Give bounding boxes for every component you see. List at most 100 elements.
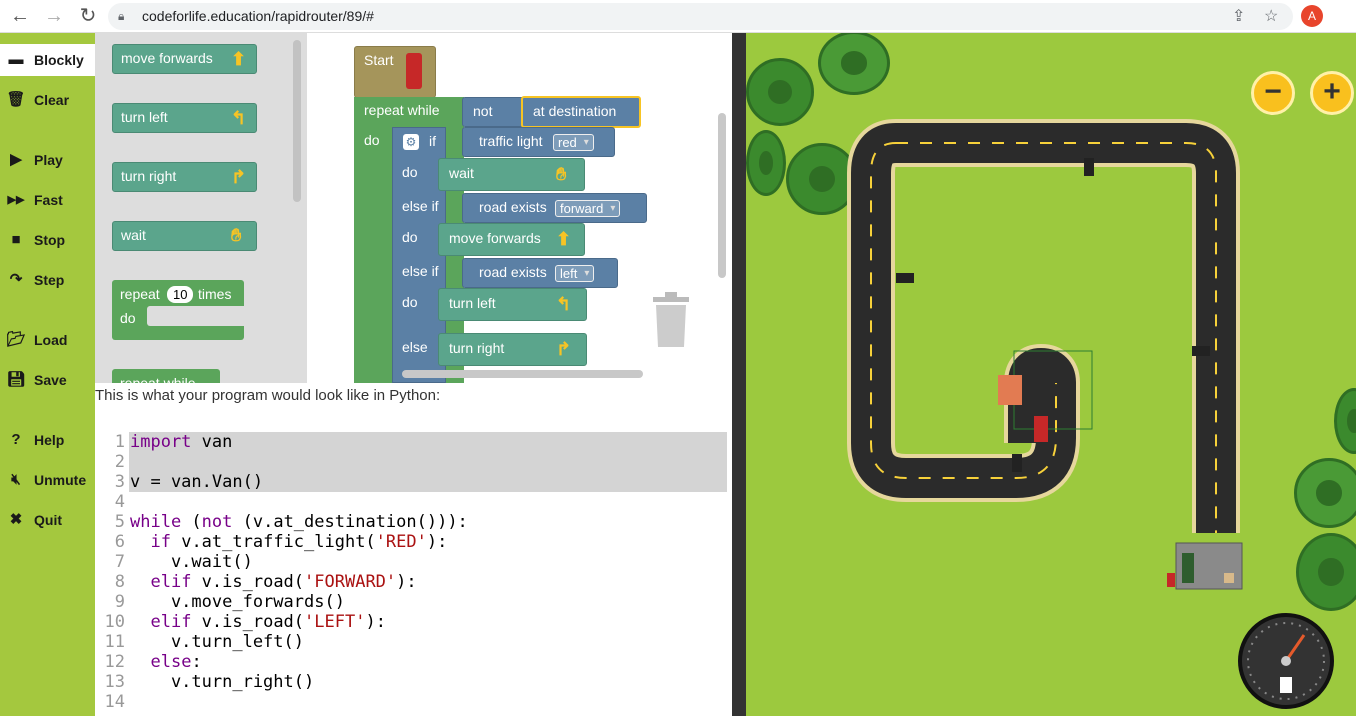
turn-right-arrow-icon: ↱ xyxy=(556,339,572,359)
road-exists-forward-condition[interactable]: road exists forward xyxy=(462,193,647,223)
road-exists-left-condition[interactable]: road exists left xyxy=(462,258,618,288)
share-icon[interactable]: ⇪ xyxy=(1232,6,1245,26)
code-line: elif v.is_road('FORWARD'): xyxy=(150,572,417,592)
menu-load[interactable]: 📂︎ Load xyxy=(0,324,95,356)
menu-play[interactable]: ▶ Play xyxy=(0,144,95,176)
at-destination-block[interactable]: at destination xyxy=(521,96,641,128)
forward-icon[interactable]: → xyxy=(42,5,66,27)
start-block[interactable]: Start xyxy=(354,46,436,98)
line-number: 14 xyxy=(104,692,125,712)
toolbox-turn-right-block[interactable]: turn right ↱ xyxy=(112,162,257,192)
turn-right-block[interactable]: turn right ↱ xyxy=(438,333,587,366)
repeat-count-field[interactable]: 10 xyxy=(167,286,194,303)
lock-icon: 🔒︎ xyxy=(118,9,125,23)
block-toolbox: move forwards ⬆ turn left ↰ turn right ↱… xyxy=(95,33,307,383)
url-text: codeforlife.education/rapidrouter/89/# xyxy=(142,8,374,24)
python-code-editor[interactable]: 1 2 3 4 5 6 7 8 9 10 11 12 13 14 import … xyxy=(95,428,732,716)
arrow-up-icon: ⬆ xyxy=(231,49,247,69)
blockly-icon: ▬ xyxy=(8,51,24,68)
zoom-out-button[interactable]: − xyxy=(1251,71,1295,115)
van-icon xyxy=(406,53,422,89)
menu-fast[interactable]: ▶▶ Fast xyxy=(0,184,95,216)
turn-left-block[interactable]: turn left ↰ xyxy=(438,288,587,321)
arrow-up-icon: ⬆ xyxy=(556,229,572,249)
menu-stop[interactable]: ■ Stop xyxy=(0,224,95,256)
line-number: 3 xyxy=(114,472,125,492)
road-network xyxy=(847,119,1243,590)
workspace-trash-icon[interactable] xyxy=(652,291,690,349)
code-line: import van xyxy=(130,432,233,452)
line-number: 10 xyxy=(104,612,125,632)
fast-forward-icon: ▶▶ xyxy=(7,194,25,206)
stop-icon: ■ xyxy=(11,231,21,248)
road-direction-dropdown[interactable]: left xyxy=(555,265,595,282)
toolbox-repeat-while-block[interactable]: repeat while xyxy=(112,369,220,383)
workspace-horizontal-scrollbar[interactable] xyxy=(402,370,643,378)
toolbox-scrollbar[interactable] xyxy=(293,40,301,202)
line-number: 11 xyxy=(104,632,125,652)
code-line: v.move_forwards() xyxy=(130,592,345,612)
menu-clear[interactable]: 🗑︎ Clear xyxy=(0,84,95,116)
hand-icon: ✋︎ xyxy=(556,164,567,184)
toolbox-move-forwards-block[interactable]: move forwards ⬆ xyxy=(112,44,257,74)
line-number: 13 xyxy=(104,672,125,692)
help-icon: ? xyxy=(11,431,21,448)
folder-icon: 📂︎ xyxy=(6,331,26,348)
python-header: This is what your program would look lik… xyxy=(95,383,732,427)
hand-icon: ✋︎ xyxy=(231,225,242,245)
workspace-vertical-scrollbar[interactable] xyxy=(718,113,726,278)
address-bar[interactable]: 🔒︎ codeforlife.education/rapidrouter/89/… xyxy=(108,3,1293,30)
menu-step[interactable]: ↷ Step xyxy=(0,264,95,296)
bookmark-star-icon[interactable]: ☆ xyxy=(1264,6,1278,26)
browser-toolbar: ← → ↻ 🔒︎ codeforlife.education/rapidrout… xyxy=(0,0,1356,33)
road-direction-dropdown[interactable]: forward xyxy=(555,200,621,217)
toolbox-repeat-block[interactable]: repeat 10 times do xyxy=(112,280,244,340)
code-line: v = van.Van() xyxy=(130,472,264,492)
settings-gear-icon[interactable]: ⚙ xyxy=(403,134,419,150)
reload-icon[interactable]: ↻ xyxy=(76,5,100,27)
code-line: else: xyxy=(150,652,202,672)
code-line: v.turn_right() xyxy=(130,672,315,692)
line-number: 8 xyxy=(114,572,125,592)
gauge-dial-icon xyxy=(1247,622,1325,700)
menu-unmute[interactable]: 🔇︎ Unmute xyxy=(0,464,95,496)
panel-divider[interactable] xyxy=(732,33,746,716)
code-line: if v.at_traffic_light('RED'): xyxy=(150,532,448,552)
line-number: 1 xyxy=(114,432,125,452)
toolbox-turn-left-block[interactable]: turn left ↰ xyxy=(112,103,257,133)
close-icon: ✖ xyxy=(9,511,23,528)
line-number: 12 xyxy=(104,652,125,672)
game-map: − + xyxy=(746,33,1356,716)
zoom-in-button[interactable]: + xyxy=(1310,71,1354,115)
turn-right-arrow-icon: ↱ xyxy=(231,167,247,187)
back-icon[interactable]: ← xyxy=(8,5,32,27)
profile-avatar[interactable]: A xyxy=(1301,5,1323,27)
trash-icon: 🗑︎ xyxy=(6,91,26,108)
side-menu: ▬ Blockly 🗑︎ Clear ▶ Play ▶▶ Fast ■ Stop… xyxy=(0,33,95,716)
toolbox-wait-block[interactable]: wait ✋︎ xyxy=(112,221,257,251)
line-number: 5 xyxy=(114,512,125,532)
menu-help[interactable]: ? Help xyxy=(0,424,95,456)
code-line: elif v.is_road('LEFT'): xyxy=(150,612,386,632)
menu-quit[interactable]: ✖ Quit xyxy=(0,504,95,536)
move-forwards-block[interactable]: move forwards ⬆ xyxy=(438,223,585,256)
line-number: 6 xyxy=(114,532,125,552)
wait-block[interactable]: wait ✋︎ xyxy=(438,158,585,191)
turn-left-arrow-icon: ↰ xyxy=(556,294,572,314)
menu-save[interactable]: 💾︎ Save xyxy=(0,364,95,396)
traffic-light-color-dropdown[interactable]: red xyxy=(553,134,594,151)
menu-blockly[interactable]: ▬ Blockly xyxy=(0,44,95,76)
line-number: 9 xyxy=(114,592,125,612)
turn-left-arrow-icon: ↰ xyxy=(231,108,247,128)
play-icon: ▶ xyxy=(10,151,22,168)
code-line: v.wait() xyxy=(130,552,253,572)
step-icon: ↷ xyxy=(9,271,23,288)
code-line: v.turn_left() xyxy=(130,632,304,652)
code-line: while (not (v.at_destination())): xyxy=(130,512,468,532)
traffic-light-condition[interactable]: traffic light red xyxy=(462,127,615,157)
save-icon: 💾︎ xyxy=(6,371,26,388)
line-number: 2 xyxy=(114,452,125,472)
line-number: 4 xyxy=(114,492,125,512)
repeat-slot xyxy=(147,306,244,326)
blockly-workspace[interactable]: Start repeat while do not at destination… xyxy=(307,33,732,383)
